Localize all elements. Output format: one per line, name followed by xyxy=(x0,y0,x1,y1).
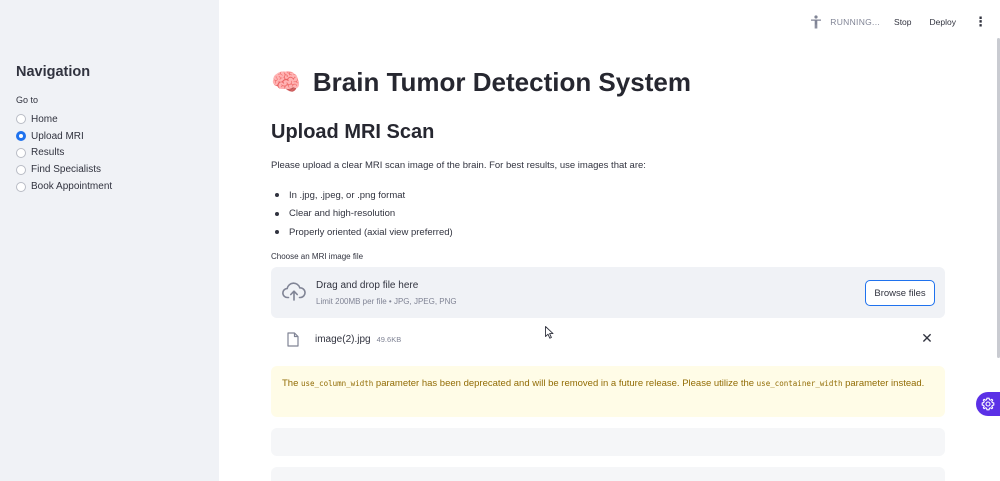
radio-label-find-specialists: Find Specialists xyxy=(31,164,102,176)
radio-group-label: Go to xyxy=(16,95,39,105)
radio-results[interactable]: Results xyxy=(16,145,112,162)
close-icon[interactable]: ✕ xyxy=(919,330,935,347)
warning-text-suffix: parameter instead. xyxy=(842,378,925,389)
radio-home[interactable]: Home xyxy=(16,111,112,128)
running-person-icon xyxy=(810,15,822,29)
radio-button-checked-icon[interactable] xyxy=(16,131,26,142)
list-item: Clear and high-resolution xyxy=(271,205,453,224)
warning-text-middle: parameter has been deprecated and will b… xyxy=(373,378,757,389)
list-item: Properly oriented (axial view preferred) xyxy=(271,223,453,242)
kebab-menu-icon[interactable]: ⋮ xyxy=(974,14,987,30)
settings-gear-button[interactable] xyxy=(976,392,1000,416)
list-item: In .jpg, .jpeg, or .png format xyxy=(271,186,453,205)
deploy-button[interactable]: Deploy xyxy=(930,17,956,27)
app-title: 🧠 Brain Tumor Detection System xyxy=(271,64,691,100)
radio-label-results: Results xyxy=(31,147,65,159)
radio-find-specialists[interactable]: Find Specialists xyxy=(16,161,112,178)
radio-label-upload-mri: Upload MRI xyxy=(31,130,84,142)
file-dropzone[interactable]: Drag and drop file here Limit 200MB per … xyxy=(271,267,945,318)
radio-button-icon[interactable] xyxy=(16,147,26,158)
sidebar-title: Navigation xyxy=(16,64,91,80)
radio-label-book-appointment: Book Appointment xyxy=(31,181,113,193)
running-status-text: RUNNING... xyxy=(830,17,881,27)
file-limit-text: Limit 200MB per file • JPG, JPEG, PNG xyxy=(316,297,457,306)
file-uploader-label: Choose an MRI image file xyxy=(271,252,364,261)
intro-text: Please upload a clear MRI scan image of … xyxy=(271,160,646,171)
deprecation-warning: The use_column_width parameter has been … xyxy=(271,366,945,417)
sidebar: Navigation Go to Home Upload MRI Results… xyxy=(0,0,219,481)
browse-files-button[interactable]: Browse files xyxy=(865,280,935,306)
uploaded-file-row: image(2).jpg 49.6KB ✕ xyxy=(271,326,945,352)
radio-label-home: Home xyxy=(31,113,58,125)
stop-button[interactable]: Stop xyxy=(894,17,912,27)
radio-book-appointment[interactable]: Book Appointment xyxy=(16,178,112,195)
requirements-list: In .jpg, .jpeg, or .png format Clear and… xyxy=(271,186,453,242)
brain-icon: 🧠 xyxy=(271,68,301,96)
warning-code-new-param: use_container_width xyxy=(756,379,843,388)
radio-upload-mri[interactable]: Upload MRI xyxy=(16,128,112,145)
radio-button-icon[interactable] xyxy=(16,164,26,175)
drop-instruction: Drag and drop file here xyxy=(316,280,419,291)
loading-placeholder xyxy=(271,428,945,456)
uploaded-file-size: 49.6KB xyxy=(376,334,402,344)
file-icon xyxy=(287,331,299,347)
radio-button-icon[interactable] xyxy=(16,181,26,192)
page-title: Brain Tumor Detection System xyxy=(312,66,691,97)
app-toolbar: RUNNING... Stop Deploy ⋮ xyxy=(810,12,987,32)
mouse-cursor-icon xyxy=(545,326,554,344)
warning-code-old-param: use_column_width xyxy=(301,379,374,388)
uploaded-file-name: image(2).jpg xyxy=(315,333,371,345)
gear-icon xyxy=(981,397,995,411)
section-heading: Upload MRI Scan xyxy=(271,121,435,143)
cloud-upload-icon xyxy=(282,280,306,307)
loading-placeholder xyxy=(271,467,945,481)
warning-text-prefix: The xyxy=(282,378,302,389)
radio-button-icon[interactable] xyxy=(16,114,26,125)
running-status: RUNNING... xyxy=(810,15,880,29)
navigation-radio-group: Home Upload MRI Results Find Specialists… xyxy=(16,111,112,195)
